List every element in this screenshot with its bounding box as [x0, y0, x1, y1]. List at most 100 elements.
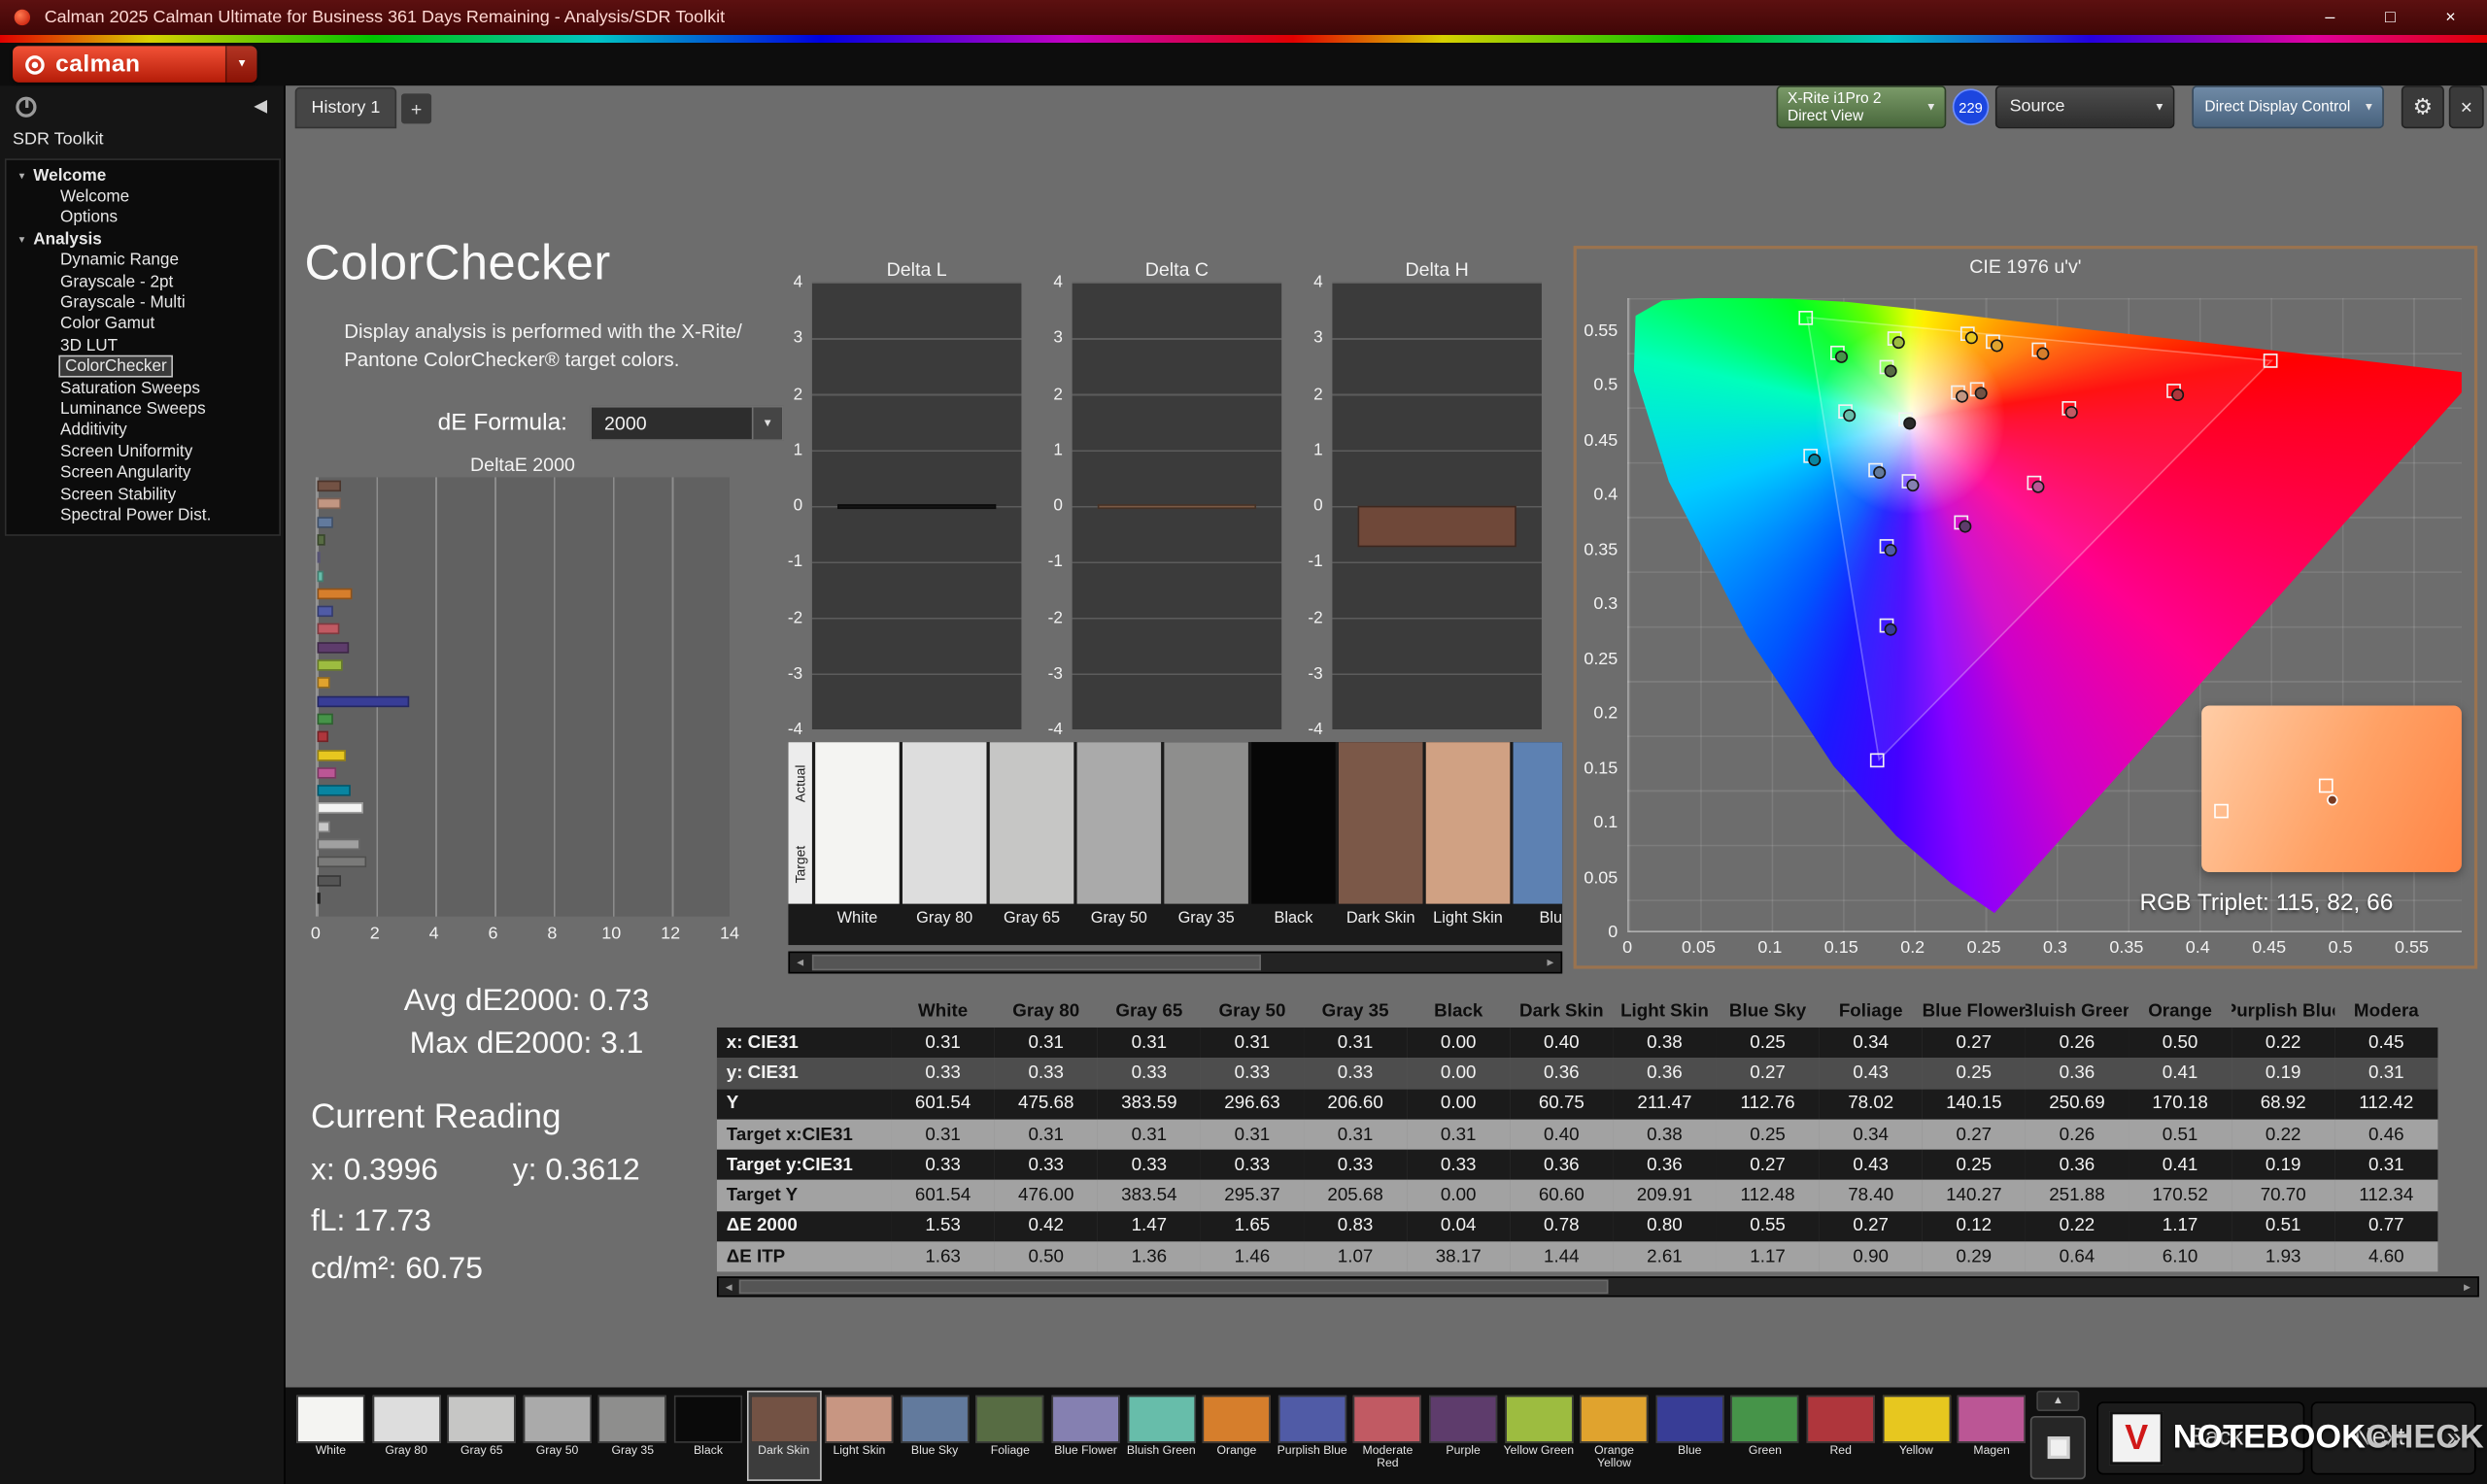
table-cell: 140.27: [1923, 1180, 2026, 1211]
table-cell: 1.63: [892, 1241, 995, 1272]
logo-menu-dropdown[interactable]: ▼: [225, 46, 257, 83]
table-cell: 1.17: [1717, 1241, 1820, 1272]
strip-swatch[interactable]: [1339, 742, 1423, 904]
axis-tick-label: -3: [770, 664, 802, 684]
strip-swatch[interactable]: [903, 742, 987, 904]
scroll-right-icon[interactable]: ►: [2457, 1278, 2477, 1298]
tree-item[interactable]: 3D LUT: [7, 335, 280, 356]
close-button[interactable]: ×: [2420, 0, 2480, 35]
table-cell: 0.55: [1717, 1211, 1820, 1242]
strip-swatch[interactable]: [1514, 742, 1563, 904]
patch-button-light-skin[interactable]: Light Skin: [824, 1392, 895, 1479]
chevron-down-icon: ▼: [2364, 101, 2374, 112]
patch-button-magen[interactable]: Magen: [1956, 1392, 2027, 1479]
strip-swatch[interactable]: [1164, 742, 1248, 904]
minimize-button[interactable]: –: [2300, 0, 2360, 35]
tree-group[interactable]: ▾Analysis: [7, 228, 280, 250]
patch-button-blue-flower[interactable]: Blue Flower: [1050, 1392, 1121, 1479]
table-column-header: Foliage: [1820, 995, 1923, 1028]
deltae-bar: [318, 624, 340, 634]
strip-swatch[interactable]: [1251, 742, 1336, 904]
strip-swatch[interactable]: [1426, 742, 1511, 904]
patch-button-purplish-blue[interactable]: Purplish Blue: [1277, 1392, 1347, 1479]
patch-color-block: [1278, 1396, 1346, 1443]
patch-button-foliage[interactable]: Foliage: [974, 1392, 1045, 1479]
patch-button-purple[interactable]: Purple: [1427, 1392, 1498, 1479]
meter-selector-dropdown[interactable]: X-Rite i1Pro 2 Direct View ▼: [1777, 85, 1947, 128]
settings-button[interactable]: ⚙: [2402, 85, 2444, 128]
scroll-right-icon[interactable]: ►: [1540, 953, 1560, 972]
patch-window-button[interactable]: [2030, 1416, 2086, 1479]
table-scrollbar[interactable]: ◄ ►: [717, 1276, 2479, 1297]
patch-button-dark-skin[interactable]: Dark Skin: [748, 1392, 819, 1479]
patch-button-blue-sky[interactable]: Blue Sky: [899, 1392, 970, 1479]
strip-scrollbar[interactable]: ◄ ►: [788, 952, 1562, 974]
add-tab-button[interactable]: +: [401, 93, 431, 123]
tree-item[interactable]: Dynamic Range: [7, 250, 280, 271]
de-formula-dropdown[interactable]: 2000 ▼: [590, 406, 783, 441]
scroll-left-icon[interactable]: ◄: [719, 1278, 739, 1298]
tree-item[interactable]: Options: [7, 208, 280, 229]
tree-group[interactable]: ▾Welcome: [7, 165, 280, 186]
meter-gauge-icon[interactable]: [16, 97, 36, 118]
patch-button-orange[interactable]: Orange: [1201, 1392, 1272, 1479]
patch-button-green[interactable]: Green: [1729, 1392, 1800, 1479]
patch-button-gray-50[interactable]: Gray 50: [522, 1392, 593, 1479]
axis-tick-label: 0.35: [2109, 939, 2143, 959]
patch-button-gray-65[interactable]: Gray 65: [446, 1392, 517, 1479]
table-cell: 0.25: [1717, 1028, 1820, 1059]
tree-item[interactable]: Grayscale - 2pt: [7, 271, 280, 292]
patch-button-white[interactable]: White: [295, 1392, 366, 1479]
patch-button-gray-35[interactable]: Gray 35: [597, 1392, 668, 1479]
patch-color-block: [1203, 1396, 1271, 1443]
tooltip-measured-dot-icon: [2327, 794, 2337, 805]
measured-dot-marker: [2170, 388, 2183, 401]
tree-item[interactable]: Welcome: [7, 186, 280, 208]
strip-swatch[interactable]: [990, 742, 1074, 904]
patch-button-red[interactable]: Red: [1805, 1392, 1876, 1479]
patch-button-black[interactable]: Black: [672, 1392, 743, 1479]
tree-item[interactable]: Additivity: [7, 420, 280, 441]
tree-item[interactable]: Screen Angularity: [7, 462, 280, 484]
tree-item[interactable]: ColorChecker: [7, 356, 280, 378]
tree-item[interactable]: Grayscale - Multi: [7, 292, 280, 314]
source-selector-dropdown[interactable]: Source ▼: [1995, 85, 2174, 128]
patch-button-moderate-red[interactable]: Moderate Red: [1352, 1392, 1423, 1479]
back-button[interactable]: « Back: [2096, 1401, 2304, 1474]
scrollbar-thumb[interactable]: [812, 955, 1261, 970]
tree-item[interactable]: Saturation Sweeps: [7, 377, 280, 398]
table-cell: 1.44: [1510, 1241, 1613, 1272]
tree-item[interactable]: Luminance Sweeps: [7, 398, 280, 420]
calman-logo-button[interactable]: calman ▼: [13, 46, 256, 83]
strip-swatch[interactable]: [1077, 742, 1162, 904]
table-cell: 0.27: [1923, 1028, 2026, 1059]
patch-button-orange-yellow[interactable]: Orange Yellow: [1579, 1392, 1650, 1479]
tree-item[interactable]: Spectral Power Dist.: [7, 505, 280, 526]
patch-button-yellow-green[interactable]: Yellow Green: [1503, 1392, 1574, 1479]
patch-button-gray-80[interactable]: Gray 80: [370, 1392, 441, 1479]
table-cell: 0.00: [1407, 1089, 1510, 1120]
table-cell: 1.36: [1098, 1241, 1201, 1272]
patch-button-bluish-green[interactable]: Bluish Green: [1126, 1392, 1197, 1479]
expand-patch-bar-button[interactable]: ▲: [2036, 1391, 2079, 1411]
scroll-left-icon[interactable]: ◄: [790, 953, 810, 972]
table-cell: 0.25: [1923, 1150, 2026, 1181]
collapse-sidebar-button[interactable]: ◀: [254, 95, 267, 116]
patch-button-yellow[interactable]: Yellow: [1881, 1392, 1952, 1479]
display-control-dropdown[interactable]: Direct Display Control ▼: [2192, 85, 2384, 128]
strip-swatch[interactable]: [815, 742, 900, 904]
panel-close-button[interactable]: ×: [2449, 85, 2484, 128]
table-column-header: Orange: [2129, 995, 2231, 1028]
tree-item[interactable]: Screen Stability: [7, 484, 280, 505]
table-cell: 0.31: [892, 1028, 995, 1059]
table-cell: 601.54: [892, 1089, 995, 1120]
scrollbar-thumb[interactable]: [739, 1280, 1609, 1295]
tree-item[interactable]: Screen Uniformity: [7, 441, 280, 462]
patch-button-blue[interactable]: Blue: [1654, 1392, 1725, 1479]
maximize-button[interactable]: □: [2360, 0, 2420, 35]
next-button[interactable]: Next »: [2311, 1401, 2476, 1474]
tab-history-1[interactable]: History 1: [295, 87, 396, 128]
tree-item[interactable]: Color Gamut: [7, 314, 280, 335]
deltae-bar: [318, 714, 334, 725]
axis-tick-label: 0.4: [1574, 486, 1618, 505]
